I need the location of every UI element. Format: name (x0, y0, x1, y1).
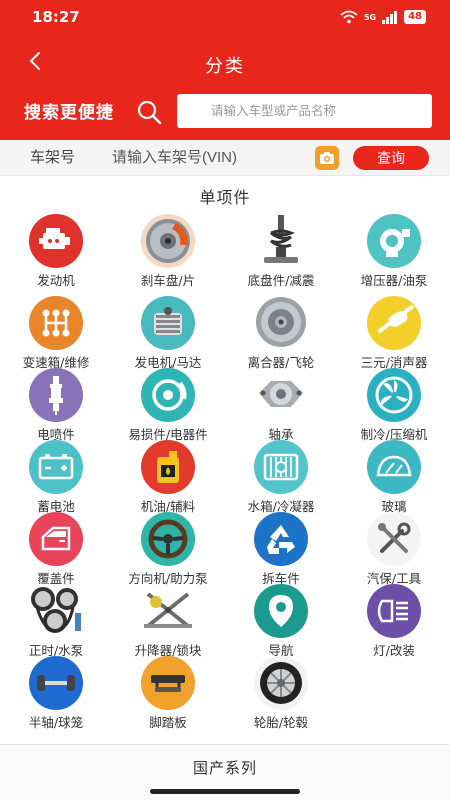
category-label: 增压器/油泵 (360, 273, 428, 288)
category-oil[interactable]: 机油/辅料 (112, 440, 224, 514)
search-promo-text: 搜索更便捷 (24, 103, 114, 123)
category-window-regulator[interactable]: 升降器/锁块 (112, 582, 224, 658)
category-glass[interactable]: 玻璃 (338, 440, 450, 514)
query-button[interactable]: 查询 (353, 146, 429, 170)
category-body-panels[interactable]: 覆盖件 (0, 512, 112, 586)
brake-disc-icon (141, 214, 195, 268)
brake-wear-icon (141, 368, 195, 422)
category-clutch[interactable]: 离合器/飞轮 (225, 294, 337, 370)
category-navigation[interactable]: 导航 (225, 584, 337, 658)
battery-icon (29, 440, 83, 494)
home-indicator[interactable] (150, 789, 300, 794)
status-icons: 5G 48 (340, 10, 426, 24)
shock-absorber-icon (252, 212, 310, 268)
clutch-icon (252, 294, 310, 350)
wheel-bearing-icon (252, 366, 310, 422)
status-bar: 18:27 5G 48 (0, 0, 450, 36)
battery-icon: 48 (404, 10, 426, 24)
location-pin-icon (254, 584, 308, 638)
nav-bar: 分类 (0, 40, 450, 84)
vin-label: 车架号 (30, 148, 76, 166)
category-brake[interactable]: 刹车盘/片 (112, 214, 224, 288)
category-salvage[interactable]: 拆车件 (225, 512, 337, 586)
signal-icon (382, 10, 398, 24)
category-alternator[interactable]: 发电机/马达 (112, 296, 224, 370)
category-injection[interactable]: 电喷件 (0, 368, 112, 442)
window-regulator-icon (139, 582, 197, 638)
vin-search-row: 车架号 查询 (0, 140, 450, 176)
oil-can-icon (141, 440, 195, 494)
muffler-icon (367, 296, 421, 350)
page-title: 分类 (205, 56, 245, 77)
category-battery[interactable]: 蓄电池 (0, 440, 112, 514)
spark-plug-icon (29, 368, 83, 422)
category-cooling[interactable]: 制冷/压缩机 (338, 368, 450, 442)
category-radiator[interactable]: 水箱/冷凝器 (225, 440, 337, 514)
category-label: 刹车盘/片 (140, 273, 196, 288)
category-wear-parts[interactable]: 易损件/电器件 (112, 368, 224, 442)
gear-shift-icon (29, 296, 83, 350)
search-icon[interactable] (136, 99, 162, 125)
category-chassis[interactable]: 底盘件/减震 (225, 212, 337, 288)
camera-icon (320, 152, 334, 164)
radiator-icon (254, 440, 308, 494)
recycle-icon (254, 512, 308, 566)
wifi-icon (340, 10, 358, 24)
category-label: 发动机 (37, 273, 75, 288)
category-engine[interactable]: 发动机 (0, 214, 112, 288)
category-label: 灯/改装 (373, 643, 415, 658)
category-muffler[interactable]: 三元/消声器 (338, 296, 450, 370)
category-turbo[interactable]: 增压器/油泵 (338, 214, 450, 288)
engine-icon (29, 214, 83, 268)
alternator-icon (141, 296, 195, 350)
tire-icon (254, 656, 308, 710)
status-time: 18:27 (32, 8, 80, 26)
search-row: 搜索更便捷 (0, 88, 450, 136)
category-label: 脚踏板 (149, 715, 187, 730)
search-input[interactable] (177, 94, 432, 128)
category-steering[interactable]: 方向机/助力泵 (112, 512, 224, 586)
section-title: 国产系列 (192, 759, 257, 777)
cooling-fan-icon (367, 368, 421, 422)
car-door-icon (29, 512, 83, 566)
category-timing[interactable]: 正时/水泵 (0, 582, 112, 658)
section-title: 单项件 (199, 188, 251, 207)
category-transmission[interactable]: 变速箱/维修 (0, 296, 112, 370)
turbocharger-icon (367, 214, 421, 268)
category-bearing[interactable]: 轴承 (225, 366, 337, 442)
category-label: 轮胎/轮毂 (253, 715, 309, 730)
foot-pedal-icon (141, 656, 195, 710)
domestic-series-section: 国产系列 (0, 744, 450, 800)
steering-wheel-icon (141, 512, 195, 566)
category-tools[interactable]: 汽保/工具 (338, 512, 450, 586)
timing-kit-icon (27, 582, 85, 638)
category-axle[interactable]: 半轴/球笼 (0, 656, 112, 730)
wrench-tools-icon (367, 512, 421, 566)
headlight-icon (367, 584, 421, 638)
network-type: 5G (363, 12, 377, 22)
category-pedal[interactable]: 脚踏板 (112, 656, 224, 730)
category-label: 底盘件/减震 (247, 273, 315, 288)
camera-scan-button[interactable] (315, 146, 339, 170)
vin-input[interactable] (112, 144, 302, 170)
app-header: 18:27 5G 48 分类 搜索更便捷 (0, 0, 450, 140)
category-tires[interactable]: 轮胎/轮毂 (225, 656, 337, 730)
category-lights[interactable]: 灯/改装 (338, 584, 450, 658)
category-label: 半轴/球笼 (28, 715, 84, 730)
windshield-icon (367, 440, 421, 494)
drive-shaft-icon (29, 656, 83, 710)
